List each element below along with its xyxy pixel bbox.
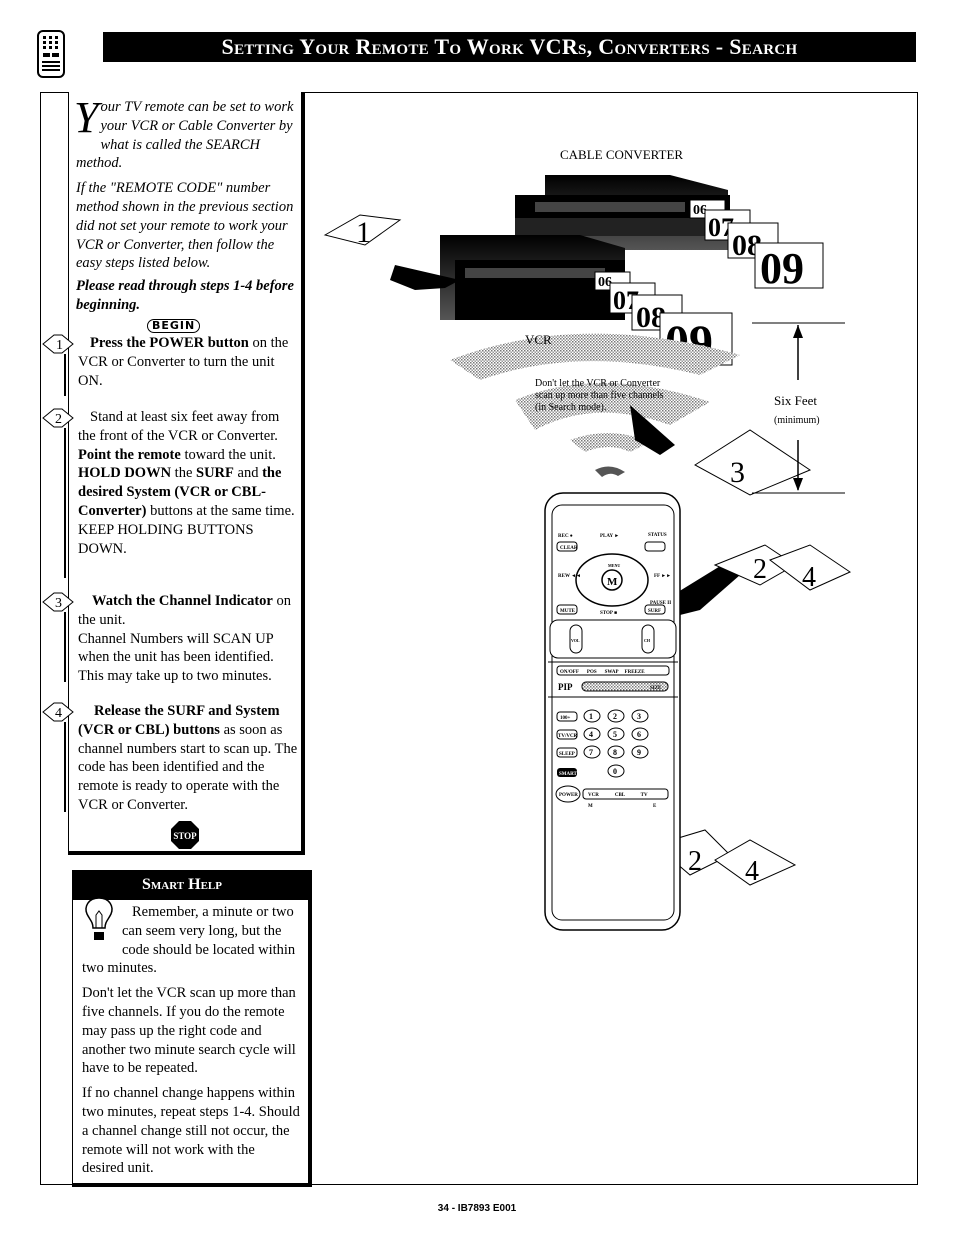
step-marker-4b: 4 <box>714 839 797 887</box>
step-3: 3 Watch the Channel Indicator on the uni… <box>42 592 300 686</box>
svg-text:2: 2 <box>753 554 767 585</box>
intro-text: Y our TV remote can be set to work your … <box>74 93 298 315</box>
step-4-marker-icon: 4 <box>42 702 74 722</box>
intro-paragraph-3: Please read through steps 1-4 before beg… <box>76 278 294 313</box>
step-marker-4: 4 <box>768 544 852 593</box>
step-2-text-b: toward the unit. <box>180 446 276 463</box>
step-2-bold-surf: SURF <box>196 465 234 482</box>
svg-text:REC ●: REC ● <box>558 534 573 539</box>
svg-text:4: 4 <box>589 730 593 739</box>
svg-text:7: 7 <box>589 748 593 757</box>
step-2-marker-icon: 2 <box>42 408 74 428</box>
svg-text:(minimum): (minimum) <box>774 415 820 426</box>
svg-text:4: 4 <box>802 562 816 593</box>
intro-paragraph-1: our TV remote can be set to work your VC… <box>76 99 294 172</box>
svg-text:REW ◄◄: REW ◄◄ <box>558 574 581 579</box>
step-4: 4 Release the SURF and System (VCR or CB… <box>42 702 300 815</box>
svg-text:STATUS: STATUS <box>648 533 667 538</box>
svg-text:VOL: VOL <box>571 638 580 643</box>
step-2: 2 Stand at least six feet away from the … <box>42 408 300 578</box>
cable-converter-label: CABLE CONVERTER <box>560 147 683 162</box>
signal-wave-4 <box>595 466 625 477</box>
smart-help-paragraph-3: If no channel change happens within two … <box>82 1085 300 1177</box>
step-1: 1 Press the POWER button on the VCR or C… <box>42 334 300 396</box>
svg-text:2: 2 <box>613 712 617 721</box>
step-2-text-c: the <box>171 465 197 482</box>
svg-text:M: M <box>607 576 618 588</box>
step-1-marker-icon: 1 <box>42 334 74 354</box>
svg-text:1: 1 <box>356 216 371 249</box>
step-marker-3: 3 <box>694 429 812 496</box>
svg-text:CLEAR: CLEAR <box>560 546 578 551</box>
remote-control: REC ● CLEAR PLAY ► STATUS M MENU REW ◄◄ … <box>544 492 681 931</box>
svg-text:09: 09 <box>760 244 804 293</box>
svg-text:SLEEP: SLEEP <box>559 752 575 757</box>
svg-text:1: 1 <box>56 338 63 353</box>
step-2-bold-hold: HOLD DOWN <box>78 465 172 482</box>
svg-text:SIZE: SIZE <box>650 686 662 691</box>
svg-text:MUTE: MUTE <box>560 609 576 614</box>
svg-text:2: 2 <box>688 846 702 877</box>
step-2-bold-point: Point the remote <box>78 446 181 463</box>
svg-text:3: 3 <box>637 712 641 721</box>
svg-text:5: 5 <box>613 730 617 739</box>
remote-control-icon <box>37 30 65 78</box>
step-2-text-d: and <box>233 465 263 482</box>
step-2-text-a: Stand at least six feet away from the fr… <box>78 409 280 444</box>
svg-text:3: 3 <box>730 456 745 489</box>
svg-text:SMART: SMART <box>559 772 578 777</box>
step-3-marker-icon: 3 <box>42 592 74 612</box>
svg-text:STOP: STOP <box>173 831 197 841</box>
step-1-action: Press the POWER button <box>90 335 249 351</box>
step-3-detail: Channel Numbers will SCAN UP when the un… <box>78 630 274 685</box>
drop-cap: Y <box>74 93 99 142</box>
lightbulb-icon <box>85 897 113 940</box>
svg-text:Six Feet: Six Feet <box>774 393 817 408</box>
svg-text:9: 9 <box>637 748 641 757</box>
step-3-action: Watch the Channel Indicator <box>92 593 273 609</box>
vcr-label: VCR <box>525 332 552 347</box>
svg-text:PIP: PIP <box>558 682 573 692</box>
svg-text:100+: 100+ <box>560 716 571 721</box>
svg-text:4: 4 <box>55 706 62 721</box>
svg-text:3: 3 <box>55 596 62 611</box>
step-marker-1: 1 <box>323 214 402 249</box>
svg-text:SURF: SURF <box>648 609 661 614</box>
svg-text:CH: CH <box>644 638 651 643</box>
begin-badge: BEGIN <box>147 319 201 333</box>
svg-text:POWER: POWER <box>559 793 578 798</box>
smart-help-paragraph-2: Don't let the VCR scan up more than five… <box>82 985 296 1077</box>
svg-text:FF ►►: FF ►► <box>654 574 671 579</box>
svg-text:MENU: MENU <box>608 563 620 568</box>
svg-text:4: 4 <box>745 856 759 887</box>
search-setup-illustration: CABLE CONVERTER 06 07 08 09 06 07 08 09 … <box>323 147 852 931</box>
svg-text:TV/VCR: TV/VCR <box>558 734 578 739</box>
svg-text:1: 1 <box>589 712 593 721</box>
page-footer: 34 - IB7893 E001 <box>437 1203 517 1214</box>
intro-paragraph-2: If the "REMOTE CODE" number method shown… <box>76 180 294 272</box>
svg-text:STOP ■: STOP ■ <box>600 611 617 616</box>
svg-text:6: 6 <box>637 730 641 739</box>
svg-text:2: 2 <box>55 412 62 427</box>
svg-text:8: 8 <box>613 748 617 757</box>
page-title: Setting Your Remote To Work VCRs, Conver… <box>103 32 916 62</box>
svg-text:0: 0 <box>613 767 617 776</box>
svg-text:PLAY ►: PLAY ► <box>600 534 619 539</box>
svg-text:M: M <box>588 804 593 809</box>
stop-sign-icon: STOP <box>171 821 199 849</box>
smart-help-body: Remember, a minute or two can seem very … <box>82 897 300 1184</box>
